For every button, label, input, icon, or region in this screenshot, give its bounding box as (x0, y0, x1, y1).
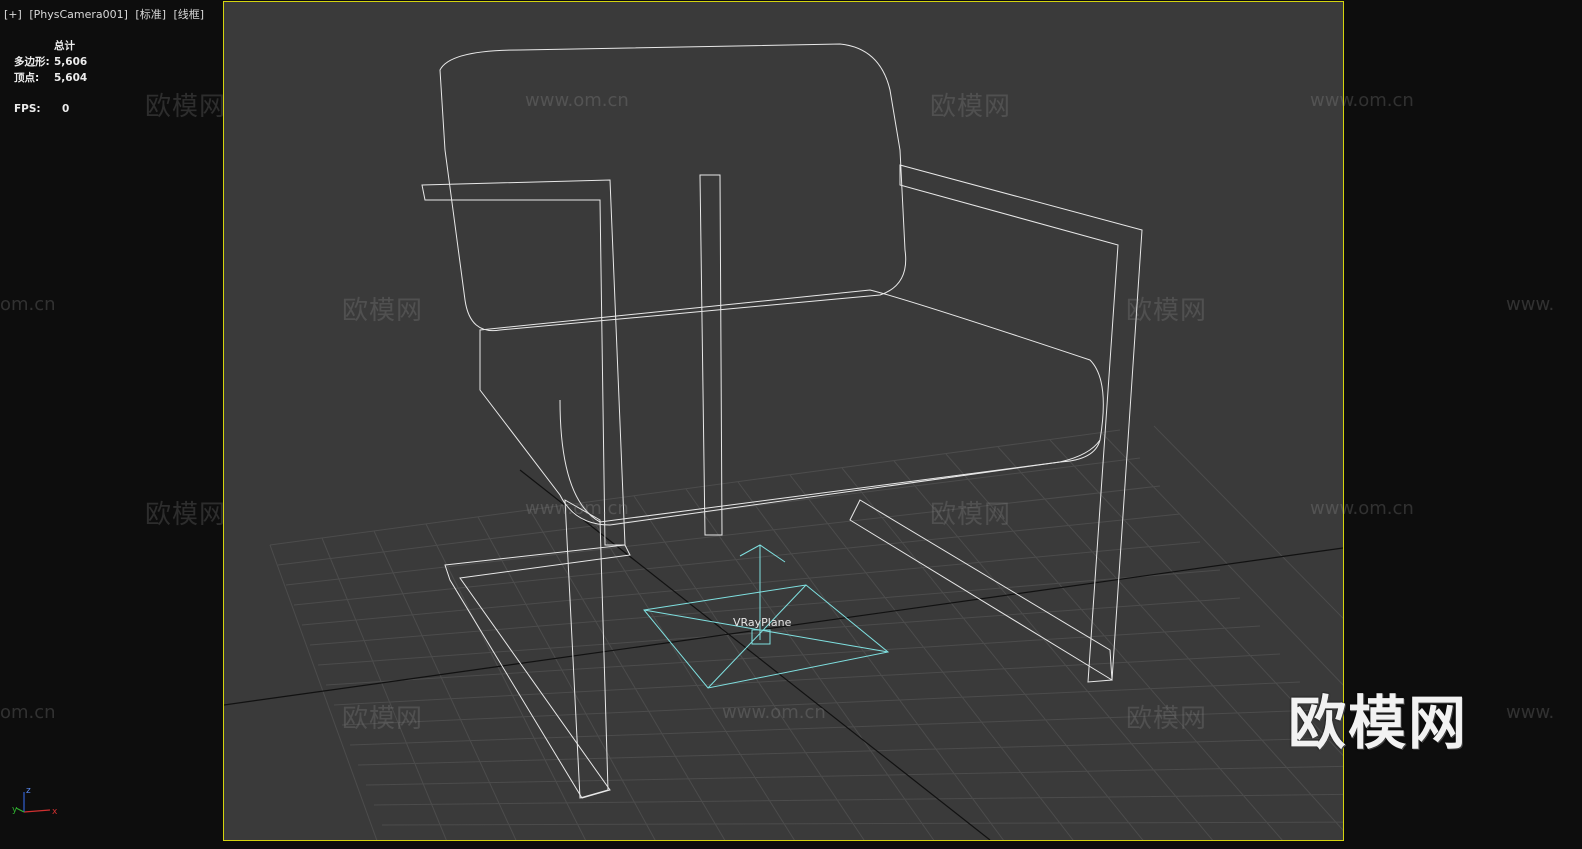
grid-line (789, 474, 1074, 840)
watermark-url: www. (1506, 294, 1555, 315)
watermark-text: 欧模网 (145, 500, 227, 530)
grid-line (477, 516, 656, 840)
viewport-display-mode-menu[interactable]: [线框] (174, 8, 205, 21)
axis-tripod-icon: x z y (12, 786, 58, 817)
chair-center-post (699, 174, 723, 536)
grid-line (737, 481, 1004, 840)
watermark-url: www.om.cn (722, 702, 826, 723)
grid-line (357, 737, 1341, 766)
grid-line (269, 544, 378, 840)
chair-right-armrest (899, 164, 1143, 683)
watermark-url: om.cn (0, 294, 56, 315)
watermark-text: 欧模网 (1126, 296, 1208, 326)
grid-line (1101, 432, 1343, 686)
grid-line (390, 845, 1420, 849)
stats-fps-label: FPS: (14, 103, 41, 115)
stats-vertices-label: 顶点: (14, 72, 40, 84)
watermark-url: www. (1506, 702, 1555, 723)
viewport-label-menu[interactable]: [+] [PhysCamera001] [标准] [线框] (4, 6, 208, 22)
chair-seat-front (559, 399, 1101, 523)
watermark-url: om.cn (0, 702, 56, 723)
viewport[interactable]: 欧模网 欧模网 欧模网 欧模网 欧模网 欧模网 欧模网 欧模网 www.om.c… (0, 0, 1582, 849)
viewport-camera-menu[interactable]: [PhysCamera001] (29, 8, 128, 21)
stats-vertices-row: 顶点: 5,604 (14, 70, 87, 86)
viewport-general-menu[interactable]: [+] (4, 8, 22, 21)
watermark-url: www.om.cn (525, 90, 629, 111)
grid-line (381, 821, 1343, 826)
grid-line (373, 793, 1343, 806)
stats-polygons-label: 多边形: (14, 56, 50, 68)
chair-wireframe (421, 43, 1143, 799)
axis-y-label: y (12, 805, 18, 815)
grid-line (325, 625, 1261, 686)
stats-header: 总计 (54, 40, 75, 52)
watermark-text: 欧模网 (930, 92, 1012, 122)
grid-line (373, 530, 517, 840)
watermark-url: www.om.cn (525, 498, 629, 519)
watermark-text: 欧模网 (342, 296, 424, 326)
stats-fps-row: FPS: 0 (14, 101, 87, 117)
axis-z-label: z (26, 786, 31, 796)
stats-fps-value: 0 (62, 103, 70, 115)
grid-line (529, 509, 726, 840)
grid-line (997, 446, 1343, 831)
stats-polygons-value: 5,606 (54, 56, 88, 68)
stats-polygons-row: 多边形: 5,606 (14, 54, 87, 70)
watermark-url: www.om.cn (1310, 90, 1414, 111)
watermark-url: www.om.cn (1310, 498, 1414, 519)
chair-backrest (439, 43, 907, 332)
brand-logo: 欧模网 (1288, 689, 1469, 757)
watermark-text: 欧模网 (145, 92, 227, 122)
vrayplane-label: VRayPlane (733, 616, 792, 629)
grid-line (301, 541, 1201, 626)
chair-front-post (564, 499, 609, 799)
grid-line (321, 537, 447, 840)
watermark-text: 欧模网 (1126, 704, 1208, 734)
grid-line (365, 765, 1343, 786)
axis-x-label: x (52, 807, 58, 817)
viewport-shading-preset-menu[interactable]: [标准] (135, 8, 166, 21)
stats-vertices-value: 5,604 (54, 72, 88, 84)
grid-line (285, 485, 1161, 586)
statistics-overlay: 总计 多边形: 5,606 顶点: 5,604 FPS: 0 (14, 38, 87, 117)
chair-left-armrest (421, 179, 626, 546)
grid-line (317, 597, 1241, 666)
watermark-text: 欧模网 (342, 704, 424, 734)
grid-line (293, 513, 1181, 606)
grid-line (1153, 425, 1343, 619)
watermark-text: 欧模网 (930, 500, 1012, 530)
